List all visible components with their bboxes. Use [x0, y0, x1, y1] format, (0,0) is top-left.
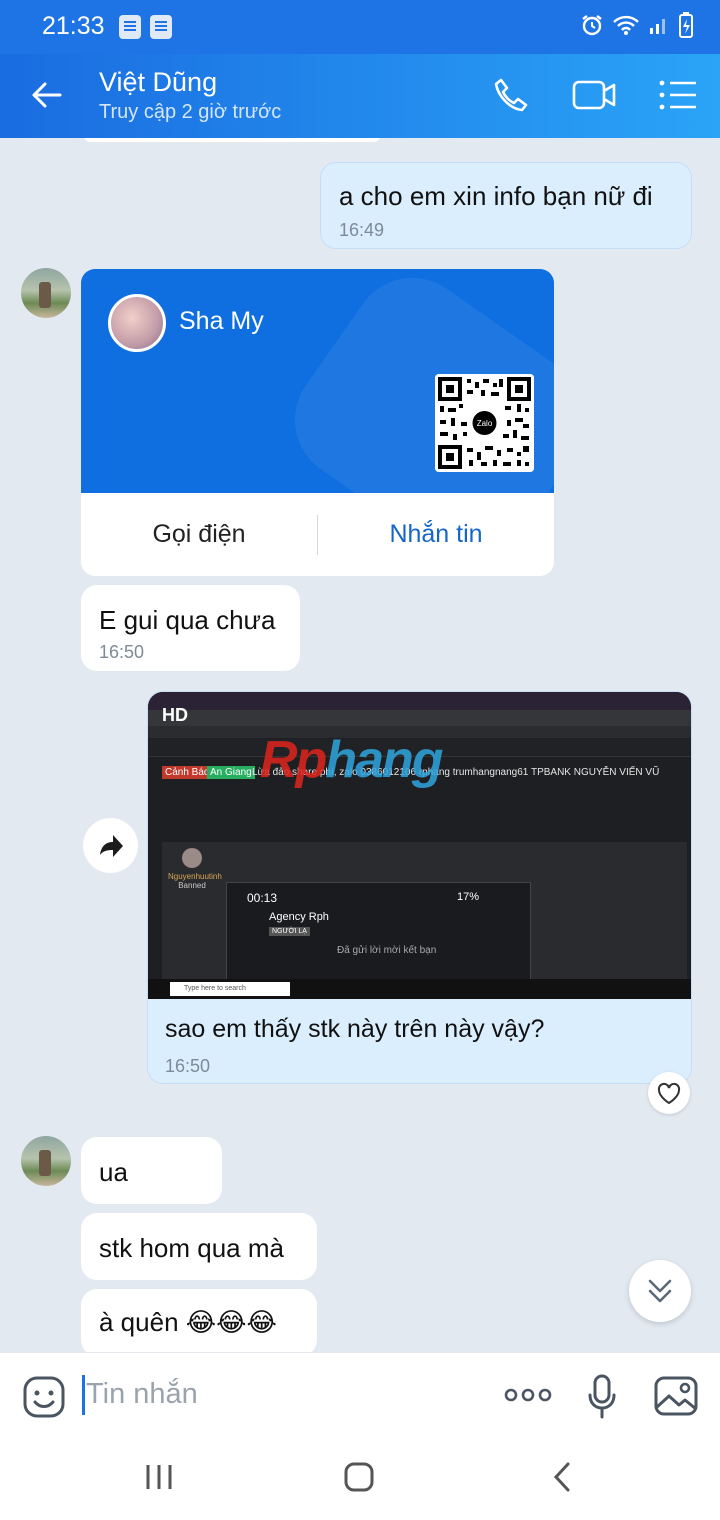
- attached-screenshot[interactable]: HD Cảnh Báo An Giang Lừa đảo share phí, …: [148, 692, 691, 999]
- image-caption: sao em thấy stk này trên này vậy?: [165, 1015, 545, 1043]
- more-options-icon[interactable]: [504, 1385, 552, 1405]
- hd-badge: HD: [162, 705, 188, 725]
- image-gallery-icon[interactable]: [653, 1375, 699, 1417]
- contact-avatar[interactable]: [21, 268, 71, 318]
- incoming-message[interactable]: stk hom qua mà: [81, 1213, 317, 1280]
- qr-brand-label: Zalo: [477, 419, 493, 428]
- message-time: 16:50: [99, 642, 145, 662]
- embedded-phone-screenshot: 00:13 17% Agency Rph NGƯỜI LẠ Đã gửi lời…: [226, 882, 531, 982]
- system-navigation-bar: [0, 1440, 720, 1520]
- emoji-sticker-icon[interactable]: [22, 1375, 66, 1419]
- previous-message: [83, 138, 381, 142]
- message-text: a cho em xin info bạn nữ đi: [339, 181, 653, 211]
- scroll-to-bottom-button[interactable]: [629, 1260, 691, 1322]
- reaction-button[interactable]: [648, 1072, 690, 1114]
- home-icon[interactable]: [342, 1460, 376, 1494]
- signal-icon: [650, 19, 665, 34]
- microphone-icon[interactable]: [586, 1373, 618, 1421]
- alarm-icon: [582, 15, 602, 36]
- message-time: 16:50: [165, 1056, 211, 1076]
- message-list[interactable]: a cho em xin info bạn nữ đi 16:49 Sha My: [0, 138, 720, 1352]
- message-time: 16:49: [339, 220, 385, 240]
- call-button[interactable]: Gọi điện: [81, 493, 317, 576]
- notification-icon: [119, 15, 141, 39]
- message-text: stk hom qua mà: [99, 1233, 284, 1263]
- system-icons: [580, 12, 694, 38]
- incoming-message[interactable]: E gui qua chưa 16:50: [81, 585, 300, 671]
- status-time: 21:33: [42, 12, 105, 40]
- chat-header: Việt Dũng Truy cập 2 giờ trước: [0, 54, 720, 138]
- battery-charging-icon: [679, 12, 693, 38]
- poster-info: Nguyenhuutinh Banned: [168, 848, 222, 890]
- contact-avatar[interactable]: [21, 1136, 71, 1186]
- poster-avatar: [182, 848, 202, 868]
- heart-icon: [657, 1082, 681, 1105]
- double-chevron-down-icon: [648, 1279, 672, 1303]
- back-arrow-icon[interactable]: [30, 78, 64, 112]
- outgoing-message[interactable]: a cho em xin info bạn nữ đi 16:49: [320, 162, 692, 249]
- send-message-button[interactable]: Nhắn tin: [318, 493, 554, 576]
- last-seen: Truy cập 2 giờ trước: [99, 101, 282, 123]
- menu-list-icon[interactable]: [658, 76, 698, 114]
- contact-card[interactable]: Sha My Zalo Gọi điện Nhắn tin: [81, 269, 554, 576]
- recent-apps-icon[interactable]: [144, 1462, 174, 1492]
- location-tag: An Giang: [207, 766, 255, 779]
- system-back-icon[interactable]: [550, 1460, 574, 1494]
- incoming-message[interactable]: à quên 😂😂😂: [81, 1289, 317, 1352]
- card-avatar: [108, 294, 166, 352]
- message-composer: Tin nhắn: [0, 1352, 720, 1440]
- watermark-logo: Rphang: [260, 731, 444, 789]
- message-text: à quên 😂😂😂: [99, 1307, 277, 1337]
- image-message[interactable]: HD Cảnh Báo An Giang Lừa đảo share phí, …: [147, 691, 692, 1084]
- card-contact-name: Sha My: [179, 307, 264, 335]
- notification-icon: [150, 15, 172, 39]
- message-text: ua: [99, 1157, 128, 1187]
- forward-button[interactable]: [83, 818, 138, 873]
- message-text: E gui qua chưa: [99, 605, 276, 635]
- contact-name[interactable]: Việt Dũng: [99, 67, 217, 98]
- warning-tag: Cảnh Báo: [162, 766, 213, 779]
- status-bar: 21:33: [0, 0, 720, 54]
- message-input[interactable]: Tin nhắn: [86, 1378, 198, 1411]
- incoming-message[interactable]: ua: [81, 1137, 222, 1204]
- contact-card-header: Sha My Zalo: [81, 269, 554, 493]
- text-cursor: [82, 1375, 85, 1415]
- share-arrow-icon: [100, 835, 123, 857]
- phone-icon[interactable]: [492, 76, 530, 114]
- video-call-icon[interactable]: [572, 76, 618, 114]
- wifi-icon: [613, 15, 639, 35]
- qr-code-icon: Zalo: [435, 374, 534, 472]
